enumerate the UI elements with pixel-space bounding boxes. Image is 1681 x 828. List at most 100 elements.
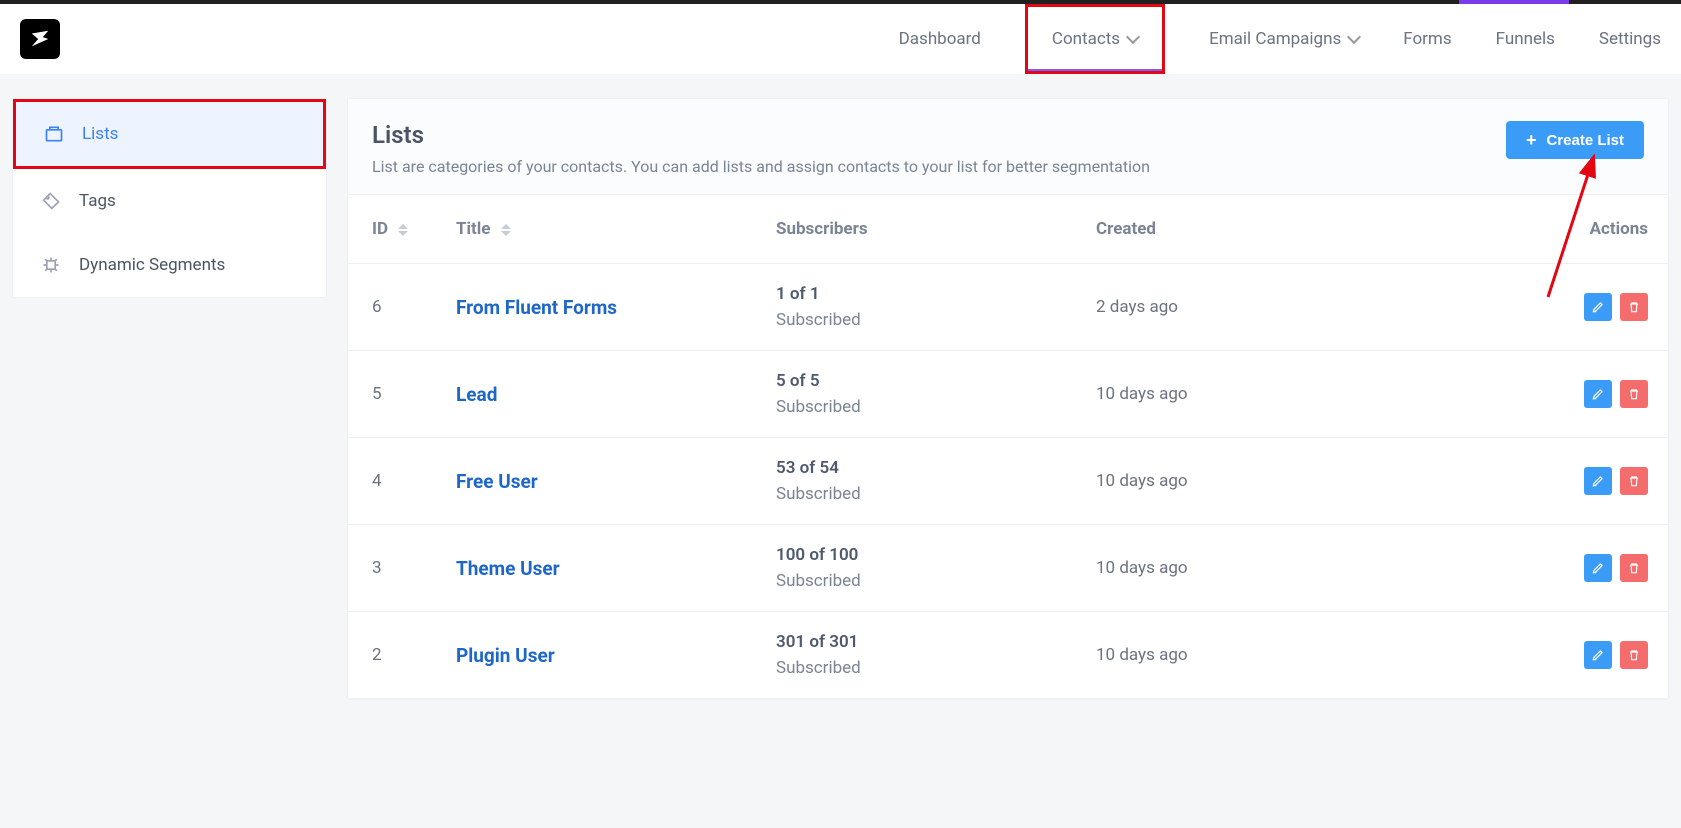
pencil-icon [1591, 387, 1605, 401]
delete-button[interactable] [1620, 467, 1648, 495]
pencil-icon [1591, 300, 1605, 314]
cell-subscribers: 5 of 5 Subscribed [758, 351, 1078, 438]
cell-subscribers: 1 of 1 Subscribed [758, 264, 1078, 351]
create-list-button[interactable]: + Create List [1506, 121, 1644, 159]
trash-icon [1627, 561, 1641, 575]
subscriber-count: 53 of 54 [776, 458, 1060, 478]
page-subtitle: List are categories of your contacts. Yo… [372, 157, 1150, 176]
subscriber-count: 5 of 5 [776, 371, 1060, 391]
edit-button[interactable] [1584, 641, 1612, 669]
nav-dashboard[interactable]: Dashboard [899, 4, 981, 74]
lists-table: ID Title Subscribers Created Actions 6 F… [348, 195, 1668, 699]
edit-button[interactable] [1584, 380, 1612, 408]
edit-button[interactable] [1584, 293, 1612, 321]
sidebar-item-label: Lists [82, 124, 118, 144]
pencil-icon [1591, 648, 1605, 662]
cell-created: 10 days ago [1078, 438, 1338, 525]
cell-actions [1338, 264, 1668, 351]
plus-icon: + [1526, 131, 1537, 149]
list-title-link[interactable]: From Fluent Forms [456, 296, 617, 319]
list-title-link[interactable]: Plugin User [456, 644, 555, 667]
nav-email-campaigns[interactable]: Email Campaigns [1209, 4, 1359, 74]
subscriber-count: 100 of 100 [776, 545, 1060, 565]
delete-button[interactable] [1620, 554, 1648, 582]
nav-contacts[interactable]: Contacts [1025, 4, 1165, 74]
cell-actions [1338, 525, 1668, 612]
chevron-down-icon [1347, 30, 1361, 44]
nav-label: Funnels [1496, 29, 1555, 49]
table-row: 3 Theme User 100 of 100 Subscribed 10 da… [348, 525, 1668, 612]
sidebar-item-lists[interactable]: Lists [16, 102, 323, 166]
subscriber-status: Subscribed [776, 571, 1060, 591]
annotation-highlight-lists: Lists [13, 99, 326, 169]
edit-button[interactable] [1584, 467, 1612, 495]
cell-created: 10 days ago [1078, 612, 1338, 699]
sidebar-item-tags[interactable]: Tags [13, 169, 326, 233]
page-title: Lists [372, 121, 1150, 149]
col-header-id[interactable]: ID [348, 195, 438, 264]
trash-icon [1627, 387, 1641, 401]
cell-created: 2 days ago [1078, 264, 1338, 351]
delete-button[interactable] [1620, 380, 1648, 408]
logo-icon [29, 28, 51, 50]
cell-title: Plugin User [438, 612, 758, 699]
edit-button[interactable] [1584, 554, 1612, 582]
nav-label: Email Campaigns [1209, 29, 1341, 49]
trash-icon [1627, 648, 1641, 662]
list-title-link[interactable]: Lead [456, 383, 497, 406]
cell-title: From Fluent Forms [438, 264, 758, 351]
sort-icon [398, 224, 408, 236]
cell-created: 10 days ago [1078, 351, 1338, 438]
cell-title: Free User [438, 438, 758, 525]
subscriber-status: Subscribed [776, 484, 1060, 504]
content-header: Lists List are categories of your contac… [348, 99, 1668, 195]
page-layout: Lists Tags Dynamic Segments Lists List a… [0, 74, 1681, 700]
table-row: 5 Lead 5 of 5 Subscribed 10 days ago [348, 351, 1668, 438]
cpu-icon [41, 255, 61, 275]
cell-actions [1338, 438, 1668, 525]
nav-label: Settings [1599, 29, 1661, 49]
main-nav: Dashboard Contacts Email Campaigns Forms… [899, 4, 1661, 74]
sort-icon [501, 224, 511, 236]
trash-icon [1627, 300, 1641, 314]
cell-id: 3 [348, 525, 438, 612]
subscriber-status: Subscribed [776, 310, 1060, 330]
table-row: 4 Free User 53 of 54 Subscribed 10 days … [348, 438, 1668, 525]
subscriber-count: 301 of 301 [776, 632, 1060, 652]
chevron-down-icon [1126, 30, 1140, 44]
nav-settings[interactable]: Settings [1599, 4, 1661, 74]
cell-id: 4 [348, 438, 438, 525]
nav-forms[interactable]: Forms [1403, 4, 1451, 74]
table-row: 6 From Fluent Forms 1 of 1 Subscribed 2 … [348, 264, 1668, 351]
list-title-link[interactable]: Free User [456, 470, 538, 493]
content-panel: Lists List are categories of your contac… [347, 98, 1669, 700]
tag-icon [41, 191, 61, 211]
pencil-icon [1591, 561, 1605, 575]
cell-subscribers: 53 of 54 Subscribed [758, 438, 1078, 525]
sidebar-item-dynamic-segments[interactable]: Dynamic Segments [13, 233, 326, 297]
list-title-link[interactable]: Theme User [456, 557, 560, 580]
table-row: 2 Plugin User 301 of 301 Subscribed 10 d… [348, 612, 1668, 699]
col-header-subscribers: Subscribers [758, 195, 1078, 264]
cell-actions [1338, 351, 1668, 438]
col-header-actions: Actions [1338, 195, 1668, 264]
cell-id: 5 [348, 351, 438, 438]
nav-label: Dashboard [899, 29, 981, 49]
nav-funnels[interactable]: Funnels [1496, 4, 1555, 74]
delete-button[interactable] [1620, 641, 1648, 669]
cell-subscribers: 301 of 301 Subscribed [758, 612, 1078, 699]
cell-actions [1338, 612, 1668, 699]
col-header-title[interactable]: Title [438, 195, 758, 264]
nav-label: Forms [1403, 29, 1451, 49]
cell-title: Lead [438, 351, 758, 438]
cell-subscribers: 100 of 100 Subscribed [758, 525, 1078, 612]
create-button-label: Create List [1546, 132, 1624, 149]
cell-id: 6 [348, 264, 438, 351]
pencil-icon [1591, 474, 1605, 488]
delete-button[interactable] [1620, 293, 1648, 321]
subscriber-status: Subscribed [776, 658, 1060, 678]
col-header-created: Created [1078, 195, 1338, 264]
app-header: Dashboard Contacts Email Campaigns Forms… [0, 4, 1681, 74]
sidebar: Lists Tags Dynamic Segments [12, 98, 327, 298]
app-logo[interactable] [20, 19, 60, 59]
